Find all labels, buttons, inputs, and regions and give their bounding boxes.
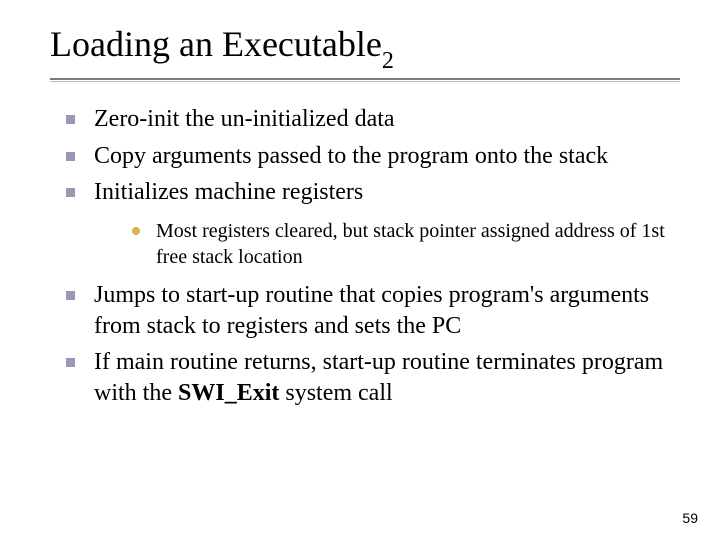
list-item: Zero-init the un-initialized data bbox=[62, 104, 680, 135]
bullet-text: Jumps to start-up routine that copies pr… bbox=[94, 282, 649, 339]
bullet-text: Zero-init the un-initialized data bbox=[94, 106, 395, 132]
bullet-text-post: system call bbox=[279, 380, 392, 406]
list-item: Jumps to start-up routine that copies pr… bbox=[62, 280, 680, 341]
title-main: Loading an Executable bbox=[50, 24, 382, 64]
slide-title: Loading an Executable2 bbox=[50, 24, 680, 72]
list-item: If main routine returns, start-up routin… bbox=[62, 347, 680, 408]
bullet-text: Copy arguments passed to the program ont… bbox=[94, 143, 608, 169]
list-item: Most registers cleared, but stack pointe… bbox=[128, 218, 680, 270]
bullet-text-bold: SWI_Exit bbox=[178, 380, 279, 406]
title-block: Loading an Executable2 bbox=[50, 24, 680, 82]
list-item: Copy arguments passed to the program ont… bbox=[62, 141, 680, 172]
slide: Loading an Executable2 Zero-init the un-… bbox=[0, 0, 720, 540]
bullet-text: Most registers cleared, but stack pointe… bbox=[156, 220, 665, 268]
title-subscript: 2 bbox=[382, 48, 394, 74]
page-number: 59 bbox=[682, 510, 698, 526]
bullet-list: Zero-init the un-initialized data Copy a… bbox=[50, 104, 680, 409]
bullet-text: Initializes machine registers bbox=[94, 179, 363, 205]
list-item: Initializes machine registers Most regis… bbox=[62, 177, 680, 270]
sub-bullet-list: Most registers cleared, but stack pointe… bbox=[94, 218, 680, 270]
title-rule bbox=[50, 78, 680, 82]
